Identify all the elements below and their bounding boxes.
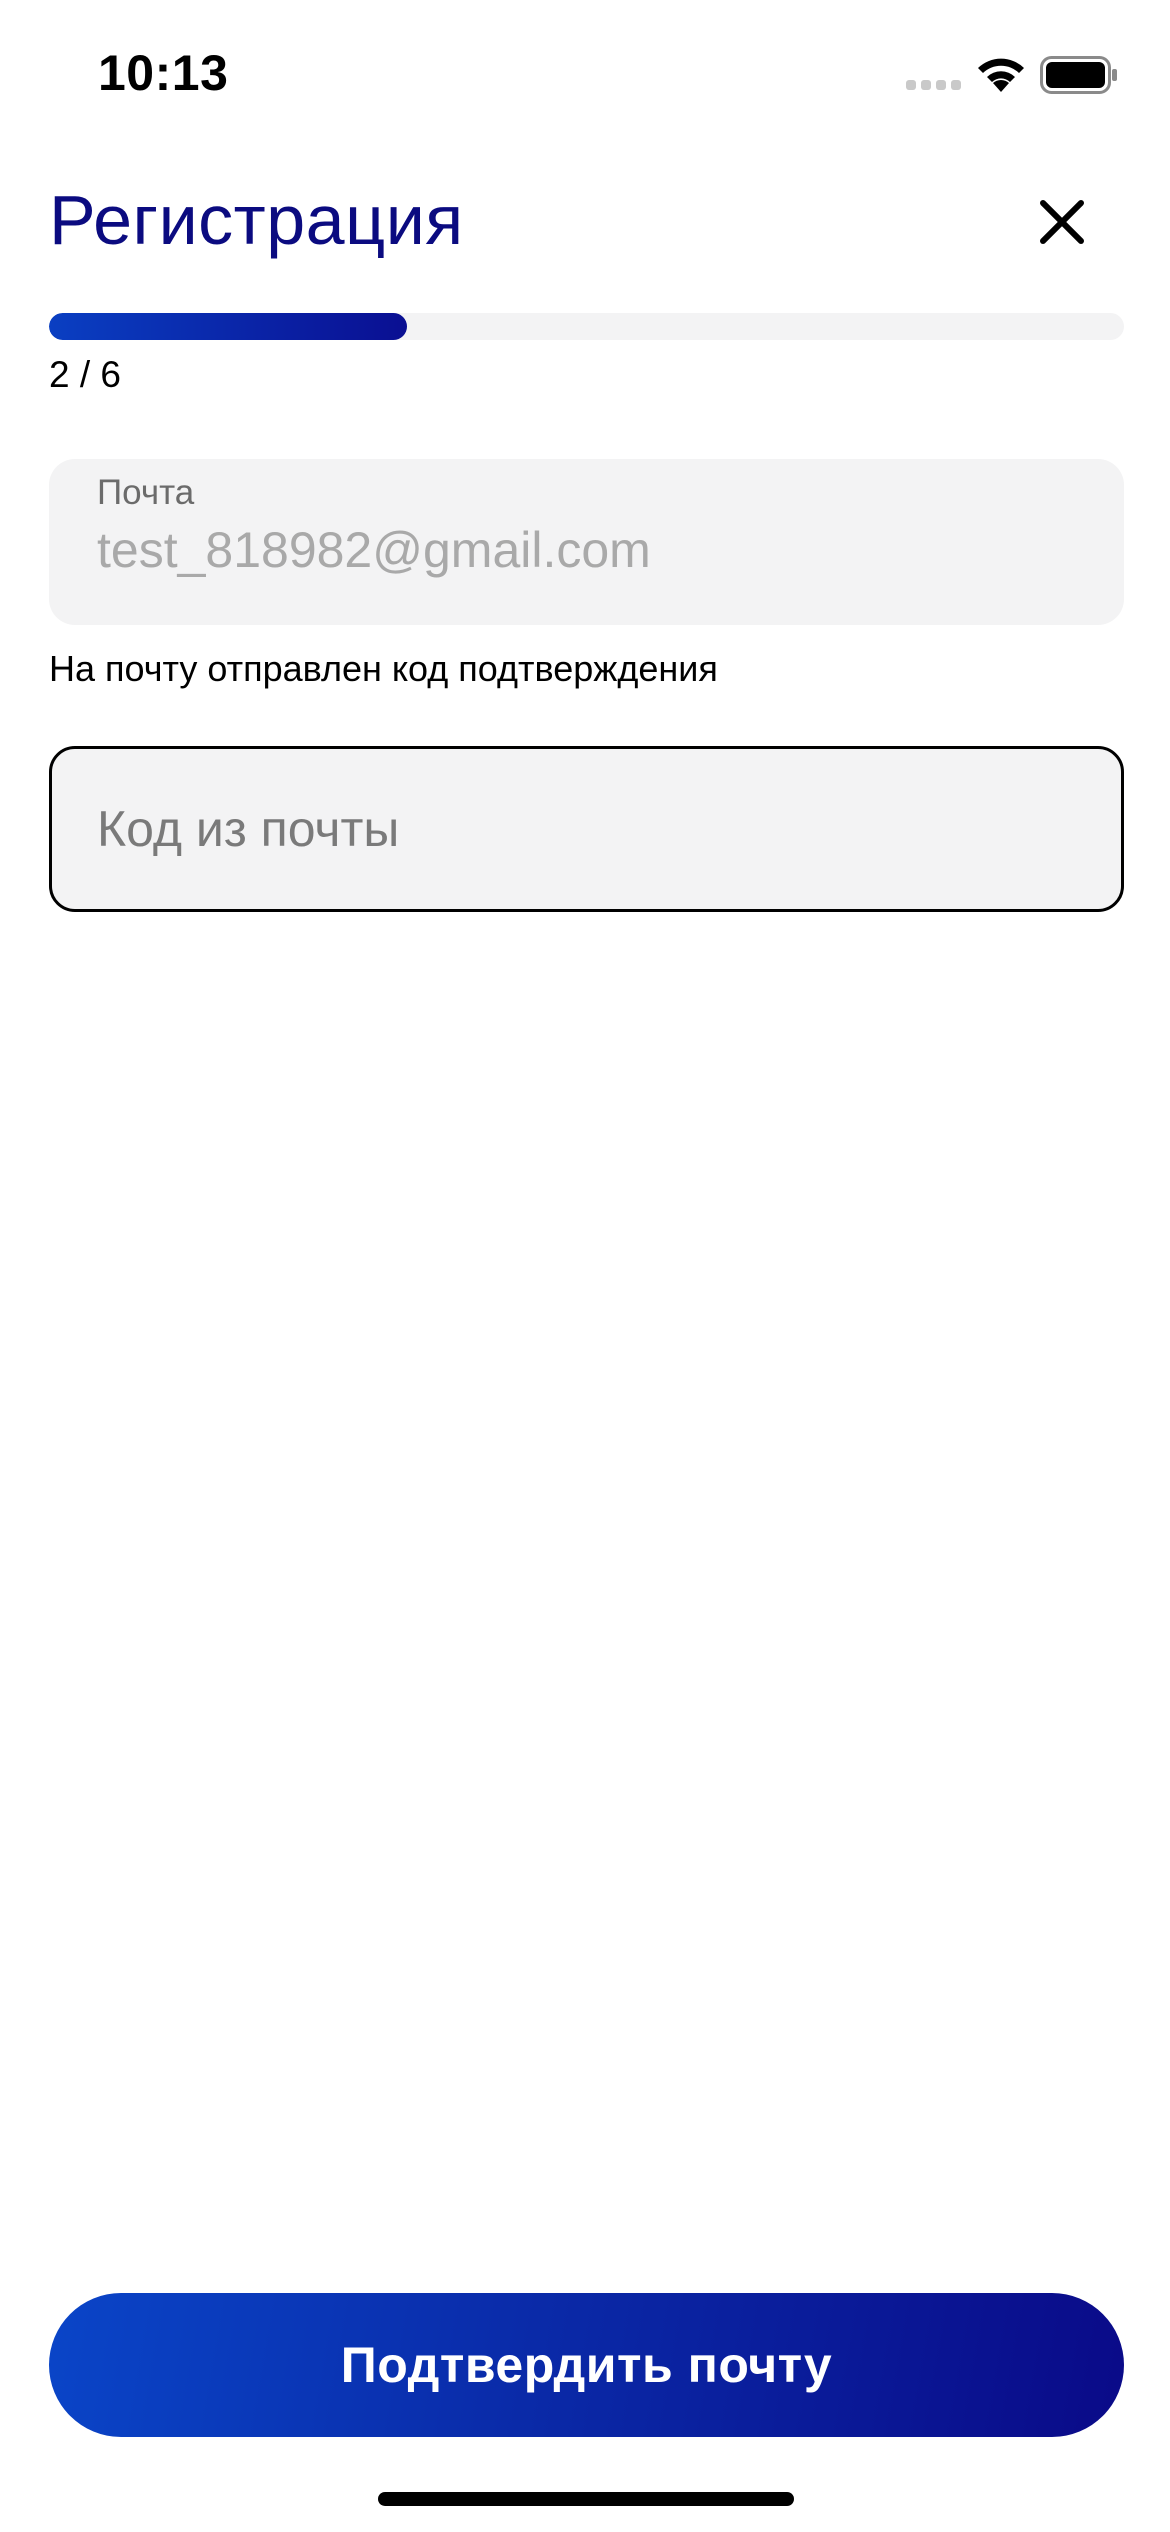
email-field-value: test_818982@gmail.com [97,522,651,578]
wifi-icon [978,58,1024,92]
battery-icon [1040,56,1117,94]
status-time: 10:13 [98,45,229,101]
email-field-label: Почта [97,473,195,512]
progress-fill [49,313,407,340]
registration-screen: 10:13 Регистрация 2 / 6 Почта test_81898… [0,0,1170,2532]
confirmation-sent-text: На почту отправлен код подтверждения [49,648,718,689]
email-code-field[interactable] [49,746,1124,912]
close-icon [1040,200,1084,244]
page-title: Регистрация [49,181,464,259]
progress-bar [49,313,1124,340]
close-button[interactable] [1030,190,1094,254]
email-code-input[interactable] [97,749,1097,909]
email-field: Почта test_818982@gmail.com [49,459,1124,625]
status-bar: 10:13 [0,0,1170,150]
signal-icon [906,80,961,90]
confirm-email-button[interactable]: Подтвердить почту [49,2293,1124,2437]
home-indicator [378,2492,794,2506]
progress-step-label: 2 / 6 [49,354,121,395]
